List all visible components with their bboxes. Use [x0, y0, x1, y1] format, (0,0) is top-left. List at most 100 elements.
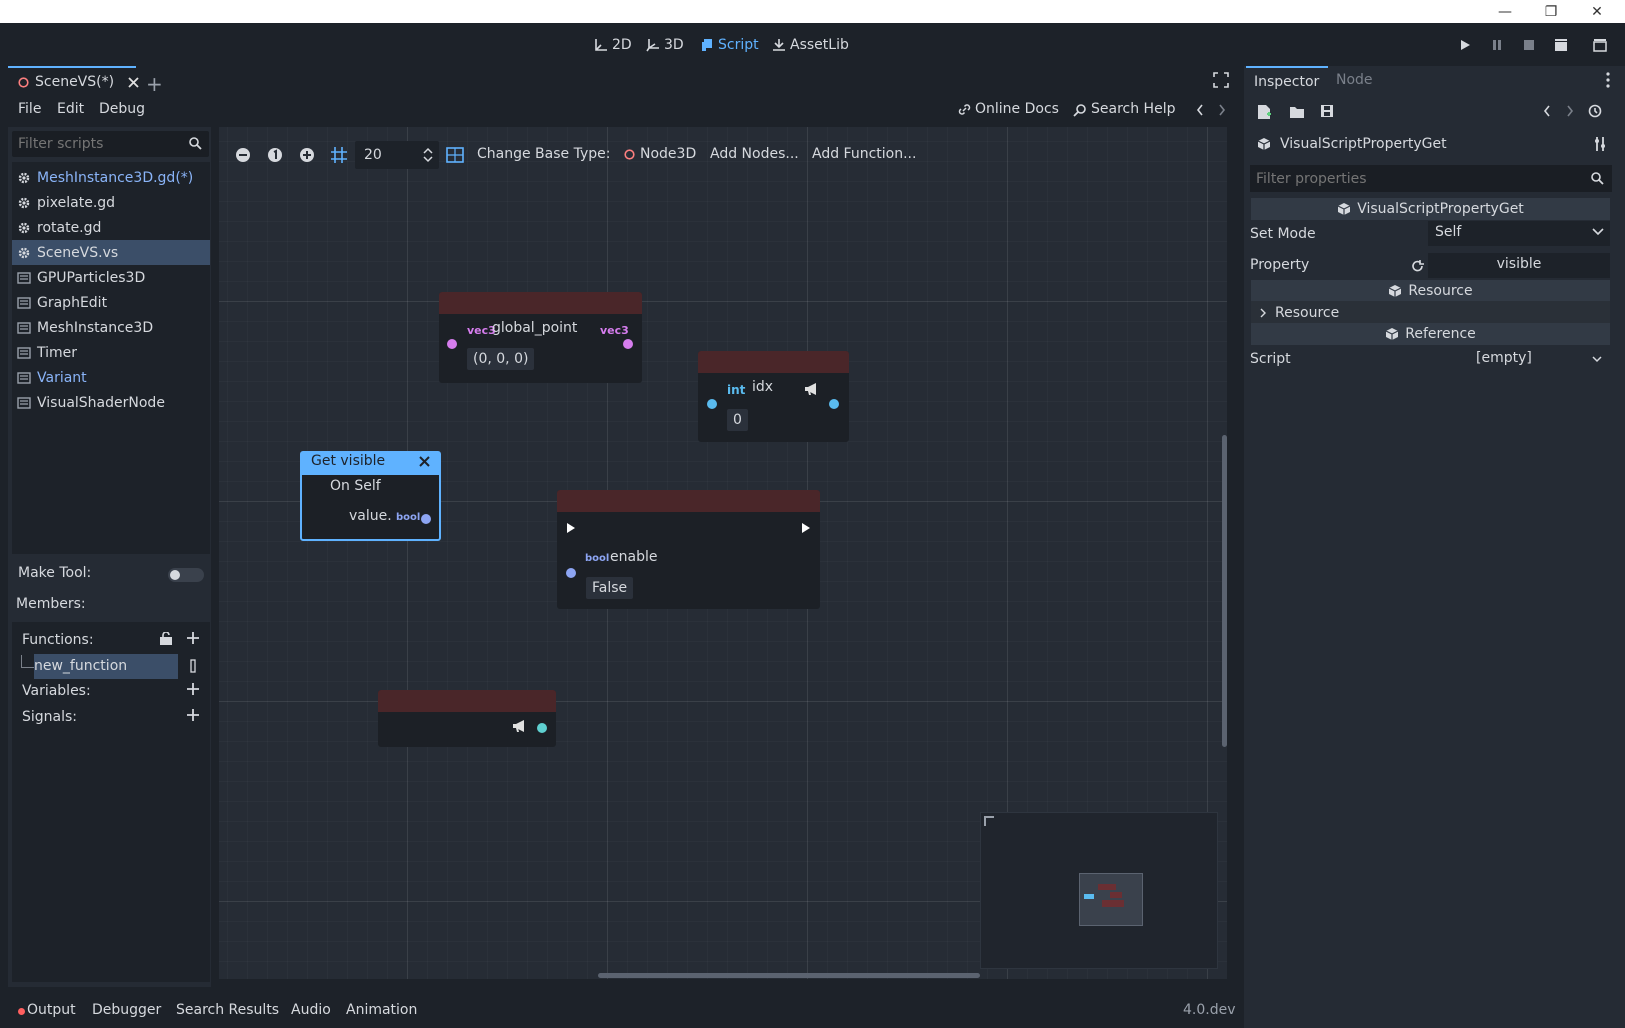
- base-type-button[interactable]: Node3D: [624, 146, 696, 162]
- node-header[interactable]: [557, 490, 820, 512]
- add-variable-button[interactable]: [186, 682, 200, 696]
- snap-toggle-button[interactable]: [330, 146, 348, 164]
- function-edit-button[interactable]: [190, 659, 196, 673]
- snap-distance-spinbox[interactable]: 20: [355, 141, 439, 169]
- node-header[interactable]: [378, 690, 556, 712]
- script-item-variant[interactable]: Variant: [12, 365, 210, 390]
- minimap-toggle-button[interactable]: [446, 146, 464, 164]
- tab-inspector[interactable]: Inspector: [1246, 66, 1328, 96]
- bottom-tab-debugger[interactable]: Debugger: [92, 1002, 161, 1018]
- restore-button[interactable]: ❐: [1528, 0, 1574, 23]
- function-item-new-function[interactable]: new_function: [34, 654, 178, 679]
- script-item-rotate-gd[interactable]: rotate.gd: [12, 215, 210, 240]
- output-port-vec3[interactable]: [623, 339, 633, 349]
- script-item-meshinstance3d[interactable]: MeshInstance3D: [12, 315, 210, 340]
- spinbox-arrows-icon[interactable]: [423, 147, 433, 163]
- graph-vertical-scrollbar[interactable]: [1222, 435, 1227, 747]
- menu-edit[interactable]: Edit: [57, 101, 84, 125]
- pause-button[interactable]: [1488, 36, 1506, 54]
- filter-scripts-field[interactable]: [18, 134, 178, 154]
- close-window-button[interactable]: ✕: [1574, 0, 1620, 23]
- bool-value-field[interactable]: False: [586, 577, 634, 599]
- search-help-button[interactable]: Search Help: [1073, 101, 1175, 125]
- graph-node-unnamed[interactable]: [378, 690, 556, 747]
- bottom-tab-audio[interactable]: Audio: [291, 1002, 331, 1018]
- tab-node[interactable]: Node: [1336, 72, 1373, 88]
- play-scene-button[interactable]: [1552, 36, 1570, 54]
- load-resource-button[interactable]: [1289, 105, 1305, 119]
- vector-value-field[interactable]: (0, 0, 0): [467, 348, 535, 370]
- close-node-button[interactable]: [419, 456, 430, 467]
- override-function-button[interactable]: [158, 632, 174, 646]
- graph-minimap[interactable]: [980, 812, 1218, 969]
- minimize-button[interactable]: —: [1482, 0, 1528, 23]
- set-mode-dropdown[interactable]: Self: [1428, 221, 1610, 246]
- doc-icon: [17, 346, 31, 360]
- main-button-assetlib[interactable]: AssetLib: [772, 33, 849, 57]
- revert-property-button[interactable]: [1411, 259, 1425, 273]
- input-port-bool[interactable]: [566, 568, 576, 578]
- add-function-button[interactable]: [186, 631, 200, 645]
- add-signal-button[interactable]: [186, 708, 200, 722]
- zoom-out-button[interactable]: [235, 147, 251, 163]
- play-button[interactable]: [1456, 36, 1474, 54]
- script-item-visualshadernode[interactable]: VisualShaderNode: [12, 390, 210, 415]
- inspected-object-name[interactable]: VisualScriptPropertyGet: [1280, 136, 1447, 152]
- menu-debug[interactable]: Debug: [99, 101, 145, 125]
- make-tool-toggle[interactable]: [168, 568, 204, 582]
- input-port-int[interactable]: [707, 399, 717, 409]
- script-item-meshinstance3d-gd[interactable]: MeshInstance3D.gd(*): [12, 165, 210, 190]
- exec-output-port[interactable]: [801, 522, 811, 534]
- inspector-back-button[interactable]: [1542, 104, 1552, 118]
- script-resource-picker[interactable]: [empty]: [1428, 347, 1610, 372]
- bottom-tab-output[interactable]: Output: [27, 1002, 76, 1018]
- main-button-3d[interactable]: 3D: [646, 33, 684, 57]
- stop-button[interactable]: [1520, 36, 1538, 54]
- close-tab-icon[interactable]: [128, 76, 139, 88]
- minimap-resize-handle[interactable]: [984, 816, 994, 826]
- history-button[interactable]: [1588, 104, 1602, 118]
- new-resource-button[interactable]: [1257, 104, 1271, 120]
- node-header[interactable]: [698, 351, 849, 373]
- script-item-timer[interactable]: Timer: [12, 340, 210, 365]
- exec-input-port[interactable]: [566, 522, 576, 534]
- distraction-free-button[interactable]: [1213, 72, 1229, 88]
- property-value-field[interactable]: visible: [1428, 253, 1610, 278]
- zoom-reset-button[interactable]: [267, 147, 283, 163]
- add-function-toolbar-button[interactable]: Add Function...: [812, 146, 916, 162]
- inspector-menu-button[interactable]: [1606, 72, 1610, 88]
- output-port[interactable]: [537, 723, 547, 733]
- save-resource-button[interactable]: [1320, 104, 1334, 118]
- history-forward-button[interactable]: [1217, 103, 1227, 117]
- add-nodes-button[interactable]: Add Nodes...: [710, 146, 799, 162]
- script-item-scenevs-vs[interactable]: SceneVS.vs: [12, 240, 210, 265]
- script-item-pixelate-gd[interactable]: pixelate.gd: [12, 190, 210, 215]
- filter-properties-input[interactable]: [1250, 165, 1612, 192]
- inspector-forward-button[interactable]: [1565, 104, 1575, 118]
- online-docs-button[interactable]: Online Docs: [958, 101, 1059, 125]
- filter-properties-field[interactable]: [1256, 169, 1576, 189]
- tab-scenevs[interactable]: SceneVS(*): [8, 66, 139, 96]
- bottom-tab-search-results[interactable]: Search Results: [176, 1002, 279, 1018]
- zoom-in-button[interactable]: [299, 147, 315, 163]
- play-custom-scene-button[interactable]: [1591, 36, 1609, 54]
- int-value-field[interactable]: 0: [727, 409, 748, 431]
- resource-group[interactable]: Resource: [1251, 301, 1610, 325]
- output-port-bool[interactable]: [421, 514, 431, 524]
- minimap-viewport[interactable]: [1079, 873, 1143, 926]
- add-tab-button[interactable]: +: [146, 72, 163, 96]
- script-item-gpuparticles3d[interactable]: GPUParticles3D: [12, 265, 210, 290]
- graph-node-idx[interactable]: [698, 351, 849, 442]
- filter-scripts-input[interactable]: [12, 131, 209, 157]
- main-button-script[interactable]: Script: [700, 33, 759, 57]
- object-tools-button[interactable]: [1593, 136, 1607, 152]
- script-item-graphedit[interactable]: GraphEdit: [12, 290, 210, 315]
- bottom-tab-animation[interactable]: Animation: [346, 1002, 417, 1018]
- main-button-2d[interactable]: 2D: [594, 33, 632, 57]
- output-port-int[interactable]: [829, 399, 839, 409]
- menu-file[interactable]: File: [18, 101, 41, 125]
- graph-horizontal-scrollbar[interactable]: [598, 973, 980, 978]
- node-header[interactable]: [439, 292, 642, 314]
- history-back-button[interactable]: [1195, 103, 1205, 117]
- input-port-vec3[interactable]: [447, 339, 457, 349]
